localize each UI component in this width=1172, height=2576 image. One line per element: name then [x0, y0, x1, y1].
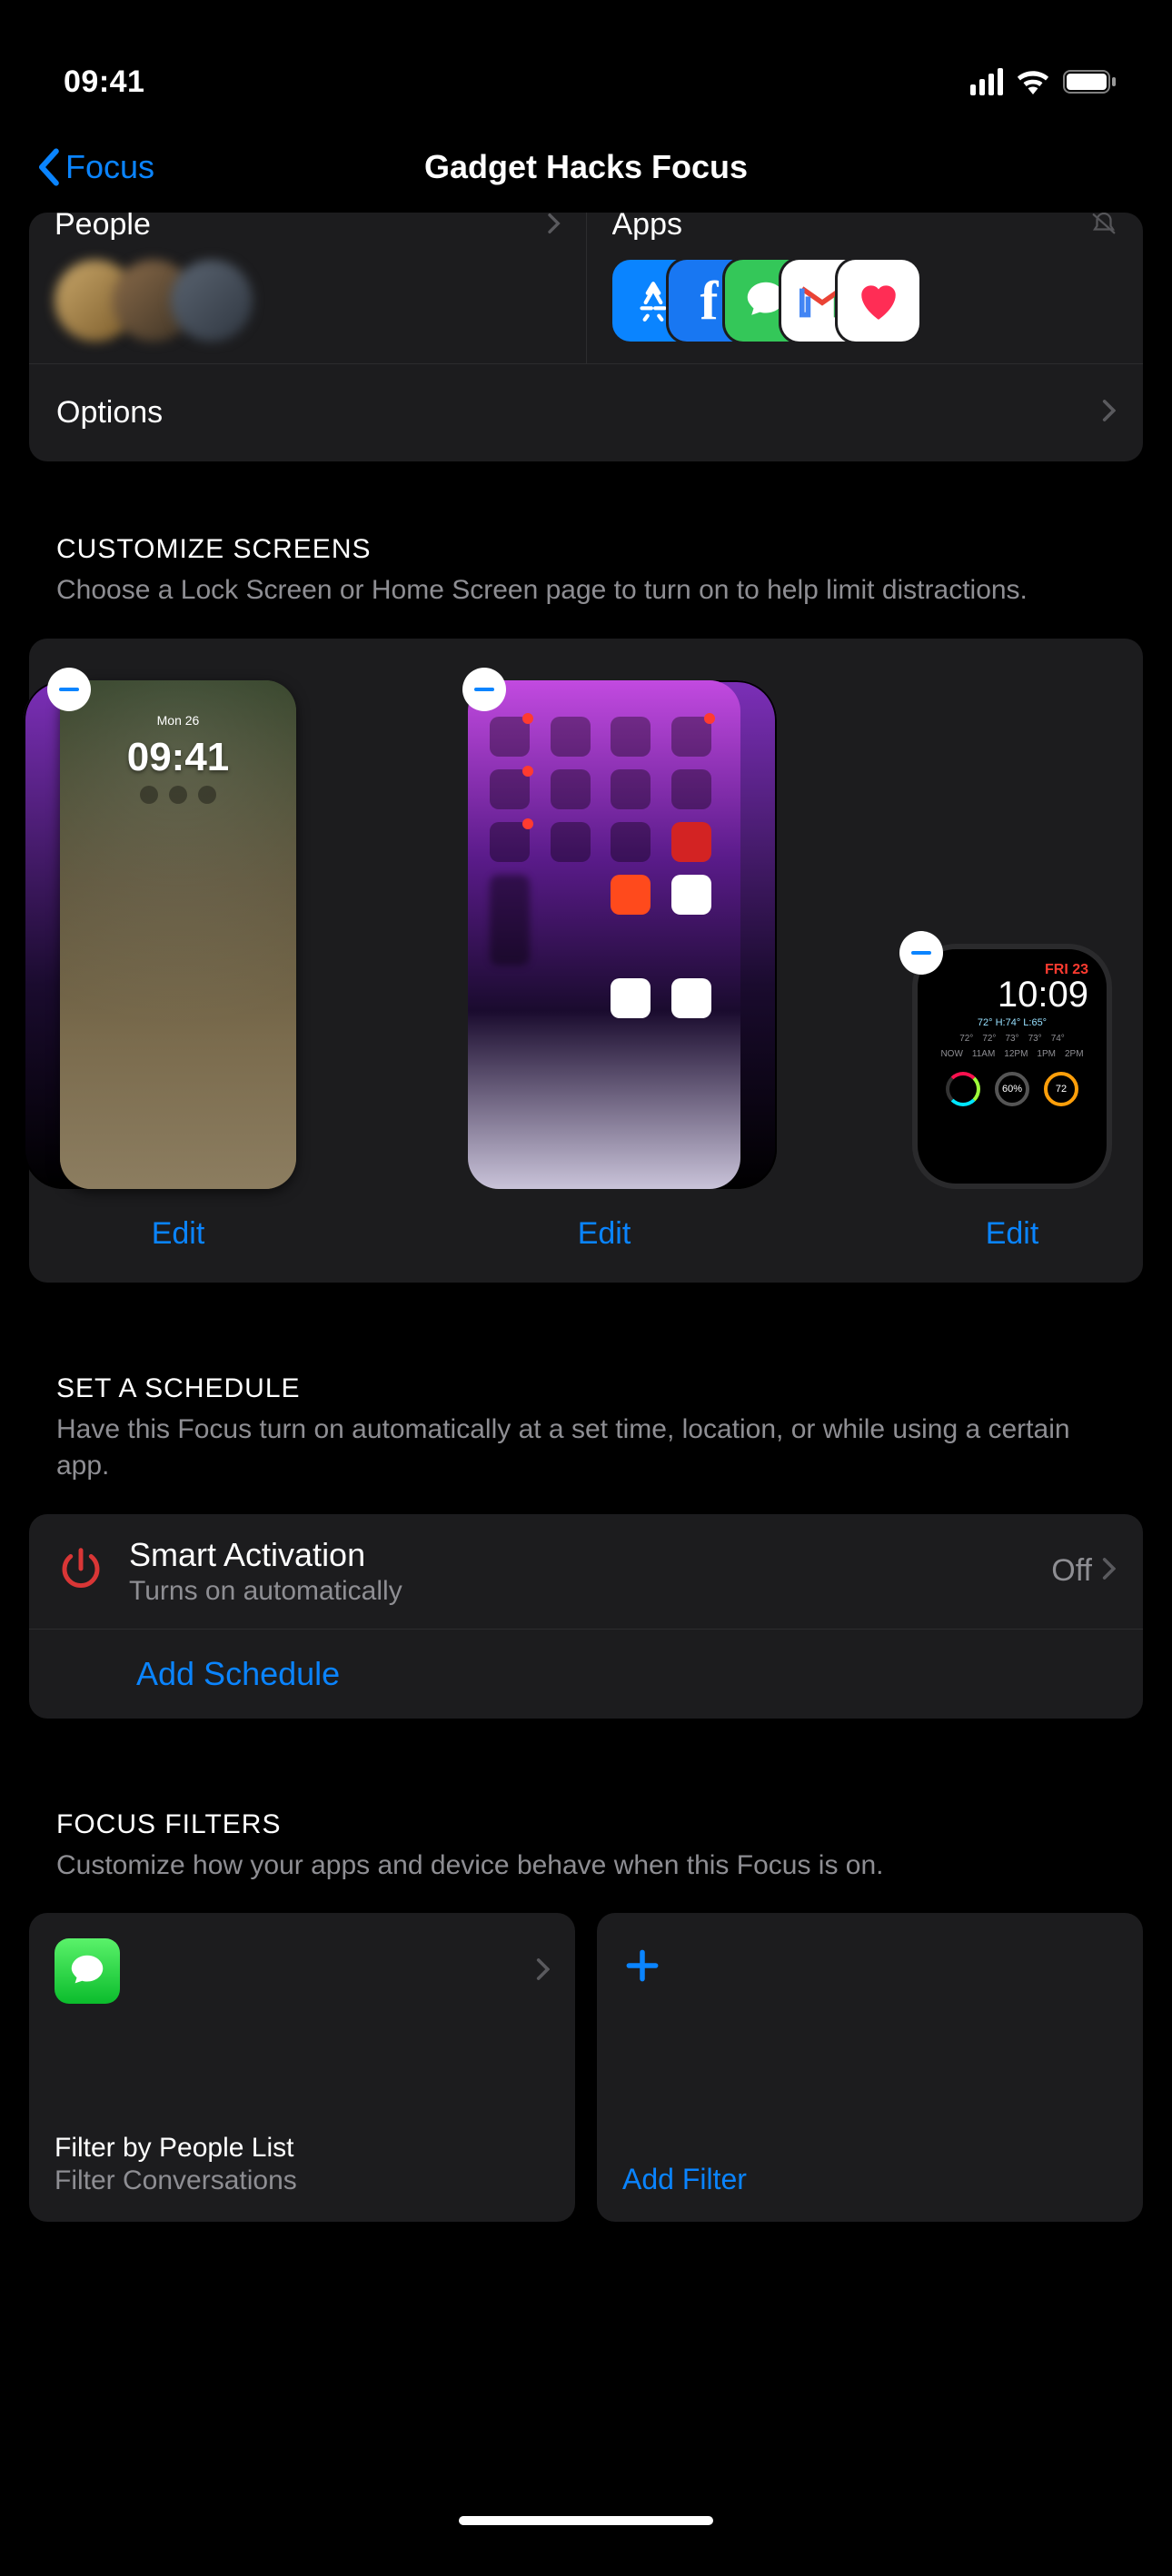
complication-icon: 72: [1044, 1072, 1078, 1106]
chevron-right-icon: [1101, 1553, 1116, 1589]
notifications-card: People Apps: [29, 213, 1143, 461]
smart-activation-title: Smart Activation: [129, 1536, 1028, 1574]
activity-rings-icon: [946, 1072, 980, 1106]
edit-watch-face-button[interactable]: Edit: [986, 1216, 1039, 1252]
health-icon: [838, 260, 919, 342]
chevron-right-icon: [546, 213, 561, 240]
nav-bar: Focus Gadget Hacks Focus: [0, 127, 1172, 207]
lock-time: 09:41: [60, 735, 296, 780]
back-button[interactable]: Focus: [36, 148, 154, 186]
back-label: Focus: [65, 148, 154, 186]
schedule-title: SET A SCHEDULE: [56, 1373, 1116, 1404]
smart-activation-sub: Turns on automatically: [129, 1576, 1028, 1607]
chevron-right-icon: [1101, 395, 1116, 431]
remove-home-screen-button[interactable]: [462, 668, 506, 711]
filters-header: FOCUS FILTERS Customize how your apps an…: [29, 1719, 1143, 1894]
screens-card: Mon 26 09:41 Edit: [29, 639, 1143, 1283]
messages-filter-card[interactable]: Filter by People List Filter Conversatio…: [29, 1913, 575, 2222]
customize-title: CUSTOMIZE SCREENS: [56, 534, 1116, 565]
lock-screen-thumb[interactable]: Mon 26 09:41: [60, 680, 296, 1189]
filters-title: FOCUS FILTERS: [56, 1809, 1116, 1840]
home-screen-thumb[interactable]: [468, 680, 740, 1189]
watch-weather: 72° H:74° L:65°: [978, 1017, 1047, 1028]
apps-section[interactable]: Apps f: [587, 213, 1144, 363]
apps-label: Apps: [612, 213, 683, 240]
people-section[interactable]: People: [29, 213, 586, 363]
messages-filter-title: Filter by People List: [55, 2133, 550, 2164]
edit-lock-screen-button[interactable]: Edit: [152, 1216, 205, 1252]
add-filter-label: Add Filter: [622, 2163, 1117, 2196]
battery-icon: [1063, 69, 1117, 94]
plus-icon: [622, 1938, 662, 1997]
status-bar: 09:41: [0, 36, 1172, 127]
chevron-right-icon: [535, 1957, 550, 1986]
power-icon: [56, 1544, 105, 1598]
filters-desc: Customize how your apps and device behav…: [56, 1848, 1116, 1885]
watch-time: 10:09: [998, 975, 1088, 1016]
customize-header: CUSTOMIZE SCREENS Choose a Lock Screen o…: [29, 461, 1143, 619]
cellular-icon: [970, 68, 1003, 95]
messages-filter-sub: Filter Conversations: [55, 2165, 550, 2196]
add-schedule-row[interactable]: Add Schedule: [29, 1629, 1143, 1719]
complication-icon: 60%: [995, 1072, 1029, 1106]
remove-lock-screen-button[interactable]: [47, 668, 91, 711]
people-avatars: [55, 260, 561, 342]
options-label: Options: [56, 395, 163, 431]
add-filter-card[interactable]: Add Filter: [597, 1913, 1143, 2222]
avatar: [171, 260, 253, 342]
schedule-card: Smart Activation Turns on automatically …: [29, 1514, 1143, 1719]
add-schedule-label: Add Schedule: [136, 1655, 340, 1692]
schedule-header: SET A SCHEDULE Have this Focus turn on a…: [29, 1283, 1143, 1494]
lock-date: Mon 26: [60, 713, 296, 728]
schedule-desc: Have this Focus turn on automatically at…: [56, 1412, 1116, 1485]
lock-screen-column: Mon 26 09:41 Edit: [60, 680, 296, 1252]
status-time: 09:41: [64, 64, 144, 100]
bell-slash-icon: [1090, 213, 1117, 240]
options-row[interactable]: Options: [29, 363, 1143, 461]
remove-watch-face-button[interactable]: [899, 931, 943, 975]
watch-face-column: FRI 23 10:09 72° H:74° L:65° 72°72°73°73…: [912, 944, 1112, 1252]
people-label: People: [55, 213, 151, 240]
smart-activation-row[interactable]: Smart Activation Turns on automatically …: [29, 1514, 1143, 1629]
wifi-icon: [1016, 69, 1050, 94]
smart-activation-value: Off: [1051, 1553, 1092, 1589]
home-screen-column: Edit: [468, 680, 740, 1252]
home-indicator[interactable]: [459, 2516, 713, 2525]
page-title: Gadget Hacks Focus: [424, 148, 748, 186]
status-right: [970, 68, 1117, 95]
customize-desc: Choose a Lock Screen or Home Screen page…: [56, 572, 1116, 609]
chevron-left-icon: [36, 148, 60, 186]
edit-home-screen-button[interactable]: Edit: [578, 1216, 631, 1252]
messages-app-icon: [55, 1938, 120, 2004]
watch-face-thumb[interactable]: FRI 23 10:09 72° H:74° L:65° 72°72°73°73…: [912, 944, 1112, 1189]
app-icons: f: [612, 260, 1118, 342]
